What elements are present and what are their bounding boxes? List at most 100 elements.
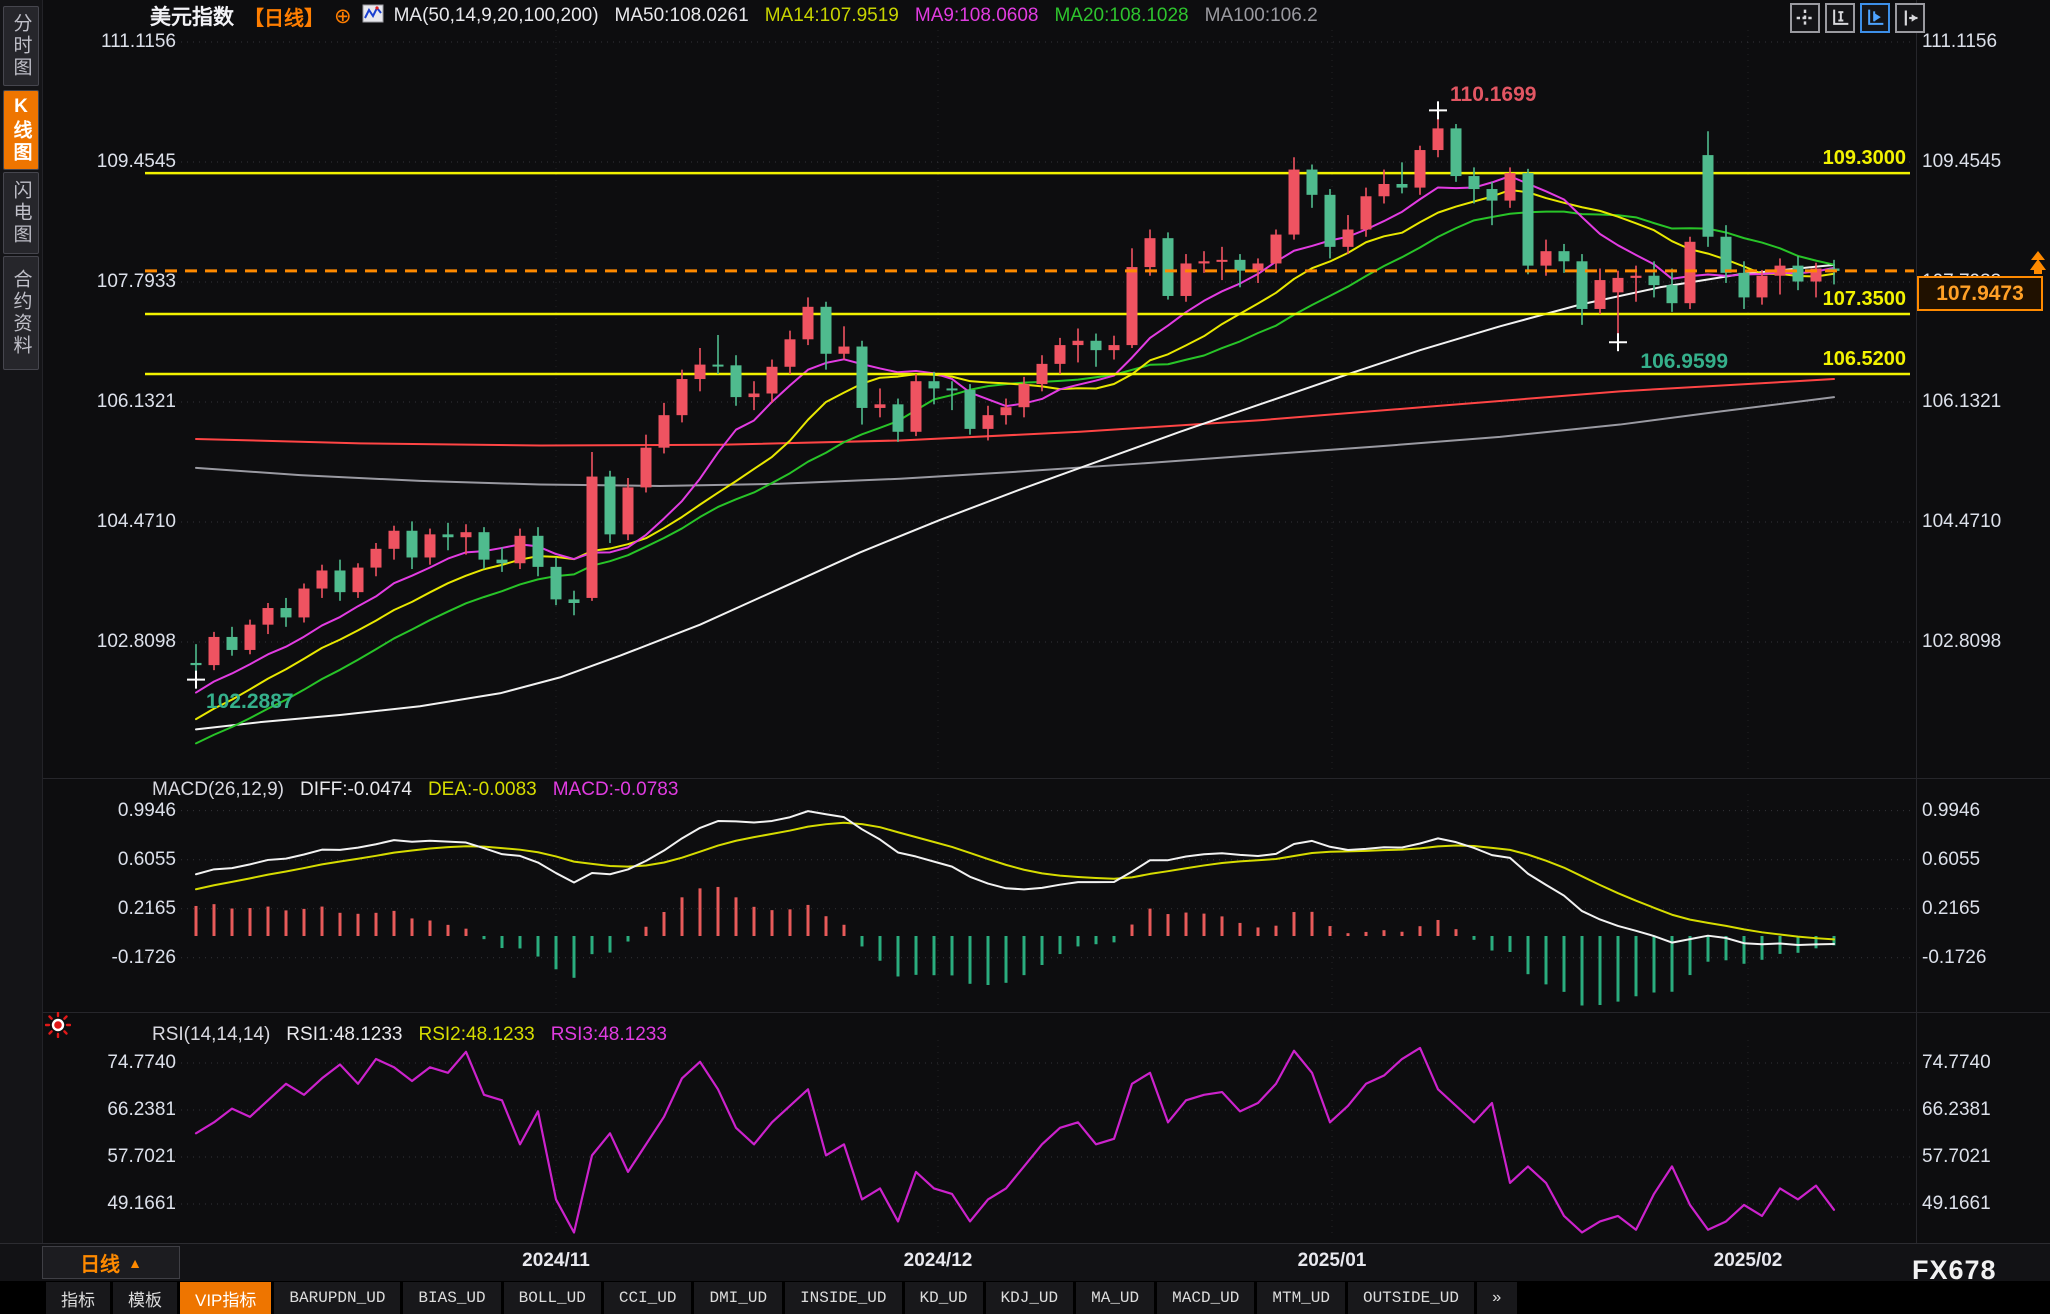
price-up-arrows-icon <box>2028 251 2048 280</box>
right-edge-icon[interactable] <box>1895 3 1925 33</box>
quote-plus-icon[interactable]: ⊕ <box>334 4 352 29</box>
candle <box>1343 230 1354 247</box>
axis-label: 106.1321 <box>44 391 176 413</box>
sidebar-item-0[interactable]: 分时图 <box>3 6 39 86</box>
candle <box>245 625 256 650</box>
candle <box>263 608 274 625</box>
toolbar-button-biasud[interactable]: BIAS_UD <box>403 1282 500 1314</box>
mini-chart-icon[interactable] <box>362 4 384 29</box>
candle <box>335 570 346 592</box>
candle <box>227 637 238 650</box>
axis-label: 0.6055 <box>1922 849 2050 871</box>
candle <box>641 448 652 488</box>
candle <box>371 549 382 568</box>
candle <box>1019 384 1030 407</box>
candle <box>767 367 778 394</box>
macd-header: MACD(26,12,9)DIFF:-0.0474DEA:-0.0083MACD… <box>152 779 678 801</box>
period-tag[interactable]: 【日线】 <box>244 2 324 31</box>
candle <box>1631 276 1642 278</box>
axis-label: 0.2165 <box>44 898 176 920</box>
candle <box>1307 170 1318 195</box>
axis-play-icon[interactable] <box>1860 3 1890 33</box>
candle <box>1451 128 1462 176</box>
alert-sun-icon[interactable] <box>45 1012 71 1043</box>
indicator-value-label: MACD(26,12,9) <box>152 779 284 801</box>
toolbar-button-barupdnud[interactable]: BARUPDN_UD <box>274 1282 400 1314</box>
chart-toolbar-icons <box>1790 3 1925 33</box>
candle <box>1199 261 1210 263</box>
toolbar-button-mtmud[interactable]: MTM_UD <box>1257 1282 1345 1314</box>
pan-crosshair-icon[interactable] <box>1790 3 1820 33</box>
candle <box>389 531 400 549</box>
axis-label: 102.8098 <box>44 631 176 653</box>
candle <box>1271 235 1282 264</box>
candle <box>299 589 310 618</box>
toolbar-button-insideud[interactable]: INSIDE_UD <box>785 1282 901 1314</box>
candle <box>1397 184 1408 188</box>
candle <box>1127 267 1138 345</box>
candle <box>659 415 670 448</box>
candle <box>1325 195 1336 247</box>
date-axis-label: 2025/02 <box>1714 1250 1783 1272</box>
axis-label: 107.7933 <box>44 271 176 293</box>
sidebar-item-2[interactable]: 闪电图 <box>3 172 39 254</box>
toolbar-button-bollud[interactable]: BOLL_UD <box>504 1282 601 1314</box>
axis-label: 49.1661 <box>44 1193 176 1215</box>
candle <box>1577 261 1588 309</box>
axis-label: 0.2165 <box>1922 898 2050 920</box>
candle <box>731 365 742 397</box>
date-axis-label: 2024/11 <box>522 1250 590 1272</box>
extreme-price-label: 110.1699 <box>1450 83 1536 106</box>
candle <box>569 599 580 603</box>
candle <box>1649 276 1660 285</box>
candle <box>1793 266 1804 282</box>
toolbar-button-dmiud[interactable]: DMI_UD <box>694 1282 782 1314</box>
axis-label: 0.6055 <box>44 849 176 871</box>
axis-scale-icon[interactable] <box>1825 3 1855 33</box>
chart-canvas: 109.3000107.3500106.5200110.1699102.2887… <box>0 0 2050 1243</box>
candle <box>1091 341 1102 350</box>
axis-label: 104.4710 <box>1922 511 2050 533</box>
toolbar-button-outsideud[interactable]: OUTSIDE_UD <box>1348 1282 1474 1314</box>
candle <box>1001 407 1012 415</box>
candle <box>893 404 904 431</box>
toolbar-button-vip[interactable]: VIP指标 <box>180 1282 271 1314</box>
toolbar-button-kdud[interactable]: KD_UD <box>905 1282 983 1314</box>
candle <box>911 381 922 432</box>
extreme-price-label: 106.9599 <box>1640 350 1728 373</box>
indicator-value-label: RSI1:48.1233 <box>286 1024 402 1046</box>
candle <box>1415 150 1426 188</box>
date-axis-label: 2025/01 <box>1298 1250 1367 1272</box>
candle <box>479 532 490 559</box>
toolbar-button-[interactable]: 模板 <box>113 1282 177 1314</box>
candle <box>1361 196 1372 229</box>
axis-label: 0.9946 <box>44 800 176 822</box>
toolbar-button-[interactable]: 指标 <box>46 1282 110 1314</box>
current-price-tag[interactable]: 107.9473 <box>1917 276 2043 311</box>
toolbar-button-macdud[interactable]: MACD_UD <box>1157 1282 1254 1314</box>
axis-label: 74.7740 <box>44 1052 176 1074</box>
candle <box>1181 263 1192 296</box>
axis-label: 111.1156 <box>1922 31 2050 53</box>
toolbar-button-cciud[interactable]: CCI_UD <box>604 1282 692 1314</box>
candle <box>839 347 850 354</box>
candle <box>497 560 508 564</box>
candle <box>1685 242 1696 303</box>
candle <box>425 534 436 557</box>
candle <box>1757 276 1768 298</box>
period-selector[interactable]: 日线 ▲ <box>42 1246 180 1279</box>
candle <box>1163 238 1174 296</box>
toolbar-button-[interactable]: » <box>1477 1282 1517 1314</box>
sidebar-item-1[interactable]: K线图 <box>3 90 39 170</box>
indicator-value-label: MACD:-0.0783 <box>553 779 679 801</box>
toolbar-button-kdjud[interactable]: KDJ_UD <box>986 1282 1074 1314</box>
date-axis-label: 2024/12 <box>904 1250 973 1272</box>
level-price-label: 107.3500 <box>1823 288 1906 310</box>
toolbar-button-maud[interactable]: MA_UD <box>1076 1282 1154 1314</box>
candle <box>1505 173 1516 200</box>
level-price-label: 106.5200 <box>1823 348 1906 370</box>
sidebar-item-3[interactable]: 合约资料 <box>3 256 39 370</box>
candle <box>1433 128 1444 150</box>
candle <box>353 568 364 593</box>
candle <box>1055 345 1066 364</box>
